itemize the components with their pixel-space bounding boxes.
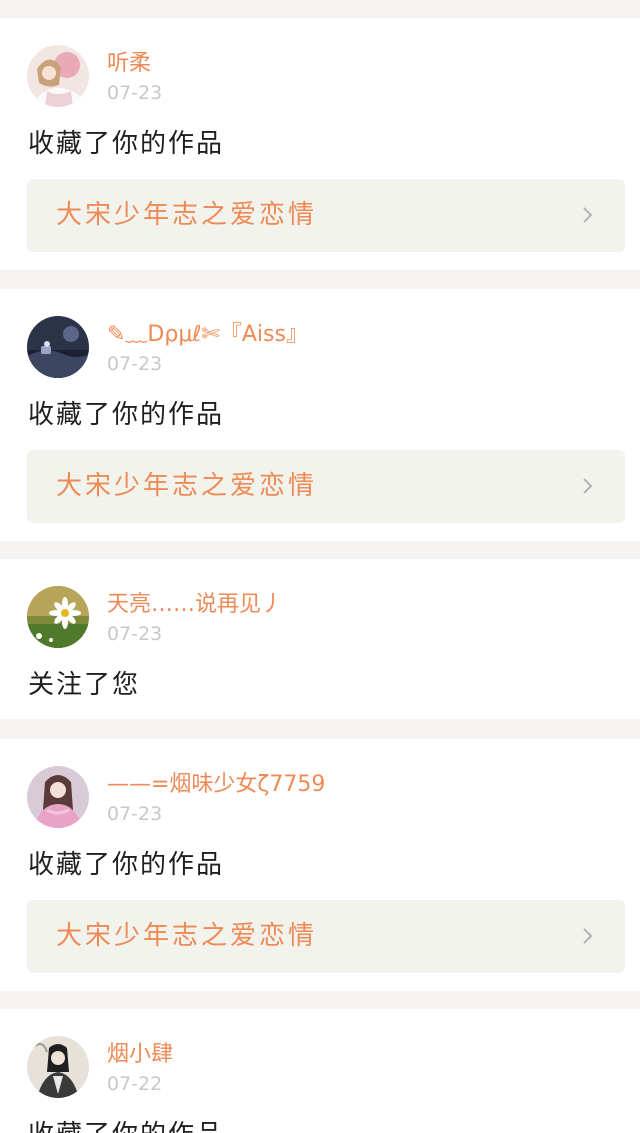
user-avatar[interactable] (27, 766, 89, 828)
work-title: 大宋少年志之爱恋情 (56, 471, 318, 501)
work-title: 大宋少年志之爱恋情 (56, 200, 318, 230)
timestamp: 07-23 (107, 353, 163, 375)
work-link[interactable]: 大宋少年志之爱恋情 (27, 900, 625, 973)
work-link[interactable]: 大宋少年志之爱恋情 (27, 450, 625, 523)
username[interactable]: 听柔 (107, 50, 151, 78)
user-avatar[interactable] (27, 316, 89, 378)
user-avatar[interactable] (27, 45, 89, 107)
ink-painting-man-avatar-icon (27, 1036, 89, 1098)
timestamp: 07-23 (107, 82, 163, 104)
activity-card: ✎﹏Dρμℓ✄『Aiss』 07-23 收藏了你的作品 大宋少年志之爱恋情 (0, 289, 640, 541)
activity-text: 关注了您 (28, 670, 141, 700)
username[interactable]: ✎﹏Dρμℓ✄『Aiss』 (107, 321, 308, 349)
girl-with-pink-balloon-avatar-icon (27, 45, 89, 107)
activity-card: 听柔 07-23 收藏了你的作品 大宋少年志之爱恋情 (0, 18, 640, 270)
activity-text: 收藏了你的作品 (28, 129, 225, 159)
work-link[interactable]: 大宋少年志之爱恋情 (27, 179, 625, 252)
activity-text: 收藏了你的作品 (28, 850, 225, 880)
timestamp: 07-23 (107, 623, 163, 645)
activity-text: 收藏了你的作品 (28, 400, 225, 430)
username[interactable]: 天亮……说再见丿 (107, 591, 283, 619)
chevron-right-icon (580, 207, 596, 223)
user-avatar[interactable] (27, 586, 89, 648)
activity-card: ——=烟味少女ζ7759 07-23 收藏了你的作品 大宋少年志之爱恋情 (0, 739, 640, 991)
username[interactable]: 烟小肆 (107, 1041, 173, 1069)
daisy-flower-avatar-icon (27, 586, 89, 648)
activity-card: 天亮……说再见丿 07-23 关注了您 (0, 559, 640, 719)
activity-card: 烟小肆 07-22 收藏了你的作品 (0, 1009, 640, 1133)
activity-text: 收藏了你的作品 (28, 1118, 224, 1133)
timestamp: 07-22 (107, 1073, 163, 1095)
work-title: 大宋少年志之爱恋情 (56, 921, 318, 951)
girl-in-pink-avatar-icon (27, 766, 89, 828)
user-avatar[interactable] (27, 1036, 89, 1098)
activity-feed: 听柔 07-23 收藏了你的作品 大宋少年志之爱恋情 ✎﹏Dρμℓ✄『Aiss』… (0, 0, 640, 1133)
chevron-right-icon (580, 478, 596, 494)
dark-night-scene-avatar-icon (27, 316, 89, 378)
username[interactable]: ——=烟味少女ζ7759 (107, 771, 325, 799)
chevron-right-icon (580, 928, 596, 944)
timestamp: 07-23 (107, 803, 163, 825)
